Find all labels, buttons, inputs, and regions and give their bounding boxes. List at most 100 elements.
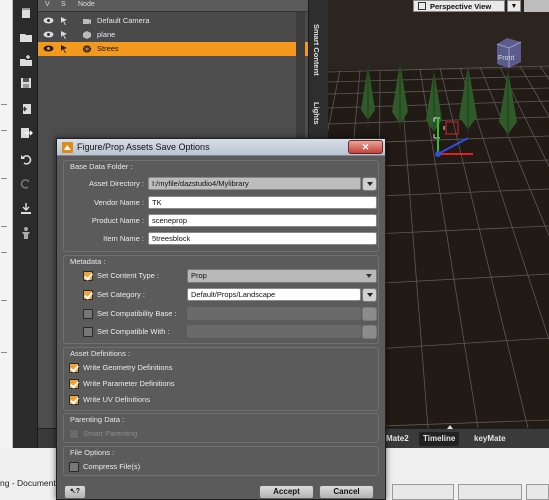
group-title: Asset Definitions :: [70, 349, 131, 358]
compress-files-label: Compress File(s): [83, 462, 141, 471]
select-arrow-icon[interactable]: [60, 44, 70, 54]
viewport-corner-control[interactable]: [524, 0, 549, 12]
scene-row-strees[interactable]: Strees: [38, 42, 308, 56]
import-icon[interactable]: [17, 100, 34, 117]
set-content-type-label: Set Content Type :: [97, 271, 159, 280]
taskbar-button[interactable]: [526, 484, 549, 500]
file-options-group: File Options : Compress File(s): [63, 446, 379, 476]
export-icon[interactable]: [17, 124, 34, 141]
scene-row-plane[interactable]: plane: [38, 28, 308, 42]
vendor-name-label: Vendor Name :: [93, 198, 144, 207]
select-arrow-icon[interactable]: [60, 30, 70, 40]
write-uv-label: Write UV Definitions: [83, 395, 150, 404]
select-arrow-icon[interactable]: [60, 16, 70, 26]
background-glyph: [1, 226, 7, 227]
parenting-data-group: Parenting Data : Smart Parenting: [63, 413, 379, 443]
eye-icon[interactable]: [43, 17, 54, 24]
perspective-view-button[interactable]: Perspective View: [413, 0, 505, 12]
dialog-title: Figure/Prop Assets Save Options: [77, 142, 210, 152]
save-icon[interactable]: [17, 74, 34, 91]
background-glyph: [1, 104, 7, 105]
prop-icon: [83, 31, 91, 39]
eye-icon[interactable]: [43, 45, 54, 52]
asset-directory-dropdown-button[interactable]: [362, 177, 377, 191]
redo-icon[interactable]: [17, 174, 34, 191]
help-label: ?: [75, 488, 81, 495]
chevron-down-icon: [366, 274, 372, 278]
camera-label: Perspective View: [430, 1, 492, 11]
group-title: Metadata :: [70, 257, 106, 266]
main-toolbar: [13, 0, 38, 448]
write-parameter-checkbox[interactable]: [69, 379, 79, 389]
set-compatibility-base-checkbox[interactable]: [83, 309, 93, 319]
tab-pointer-icon: [447, 425, 453, 429]
set-category-checkbox[interactable]: [83, 290, 93, 300]
smart-parenting-label: Smart Parenting: [83, 429, 138, 438]
background-glyph: [1, 252, 7, 253]
dialog-close-button[interactable]: ✕: [348, 140, 383, 154]
compatibility-base-button: [362, 307, 377, 321]
vendor-name-field[interactable]: TK: [148, 196, 377, 209]
group-title: File Options :: [70, 448, 115, 457]
write-geometry-checkbox[interactable]: [69, 363, 79, 373]
tab-lights[interactable]: Lights: [312, 102, 321, 125]
compatibility-base-field: [187, 307, 361, 320]
asset-directory-field[interactable]: I:/myfile/dazstudio4/Mylibrary: [148, 177, 361, 190]
content-type-value: Prop: [191, 271, 207, 280]
smart-parenting-checkbox: [69, 429, 79, 439]
category-field[interactable]: Default/Props/Landscape: [187, 288, 361, 301]
category-dropdown-button[interactable]: [362, 288, 377, 302]
figure-icon[interactable]: [17, 224, 34, 241]
daz-app-icon: [62, 142, 73, 153]
set-category-label: Set Category :: [97, 290, 145, 299]
navigation-cube[interactable]: [489, 34, 527, 72]
viewport-menu-button[interactable]: ▼: [507, 0, 521, 12]
cancel-button[interactable]: Cancel: [319, 485, 374, 499]
header-node: Node: [78, 1, 95, 8]
asset-directory-label: Asset Directory :: [88, 179, 144, 188]
write-uv-checkbox[interactable]: [69, 395, 79, 405]
group-title: Base Data Folder :: [70, 162, 133, 171]
tab-keymate[interactable]: keyMate: [470, 432, 510, 446]
taskbar-button[interactable]: [392, 484, 454, 500]
product-name-label: Product Name :: [91, 216, 144, 225]
chevron-down-icon: [366, 182, 373, 186]
set-compatibility-base-label: Set Compatibility Base :: [97, 309, 177, 318]
product-name-field[interactable]: sceneprop: [148, 214, 377, 227]
tab-smart-content[interactable]: Smart Content: [312, 24, 321, 76]
set-compatible-with-checkbox[interactable]: [83, 327, 93, 337]
merge-folder-icon[interactable]: [17, 52, 34, 69]
item-name-field[interactable]: 5treesblock: [148, 232, 377, 245]
background-glyph: [1, 352, 7, 353]
set-compatible-with-label: Set Compatible With :: [97, 327, 170, 336]
group-icon: [82, 45, 92, 53]
help-button[interactable]: ↖?: [64, 485, 86, 499]
asset-definitions-group: Asset Definitions : Write Geometry Defin…: [63, 347, 379, 411]
group-title: Parenting Data :: [70, 415, 125, 424]
new-scene-icon[interactable]: [17, 4, 34, 21]
scene-row-default-camera[interactable]: Default Camera: [38, 14, 308, 28]
tab-timeline[interactable]: Timeline: [419, 432, 460, 446]
drop-to-floor-icon[interactable]: [17, 200, 34, 217]
undo-icon[interactable]: [17, 150, 34, 167]
eye-icon[interactable]: [43, 31, 54, 38]
background-glyph: [1, 178, 7, 179]
tab-mate2[interactable]: Mate2: [382, 432, 413, 446]
camera-icon: [83, 19, 91, 24]
background-glyph: [1, 130, 7, 131]
write-parameter-label: Write Parameter Definitions: [83, 379, 175, 388]
compress-files-checkbox[interactable]: [69, 462, 79, 472]
chevron-down-icon: [366, 293, 373, 297]
scene-list-header: V S Node: [38, 0, 308, 12]
taskbar-item-document[interactable]: ng - Document: [0, 478, 56, 488]
header-visible: V: [45, 1, 50, 8]
dialog-titlebar[interactable]: Figure/Prop Assets Save Options ✕: [57, 139, 385, 156]
node-name: Default Camera: [97, 16, 150, 25]
open-folder-icon[interactable]: [17, 28, 34, 45]
taskbar-button[interactable]: [458, 484, 522, 500]
content-type-dropdown[interactable]: Prop: [187, 269, 377, 283]
node-name: plane: [97, 30, 116, 39]
set-content-type-checkbox[interactable]: [83, 271, 93, 281]
compatible-with-button: [362, 325, 377, 339]
accept-button[interactable]: Accept: [259, 485, 314, 499]
